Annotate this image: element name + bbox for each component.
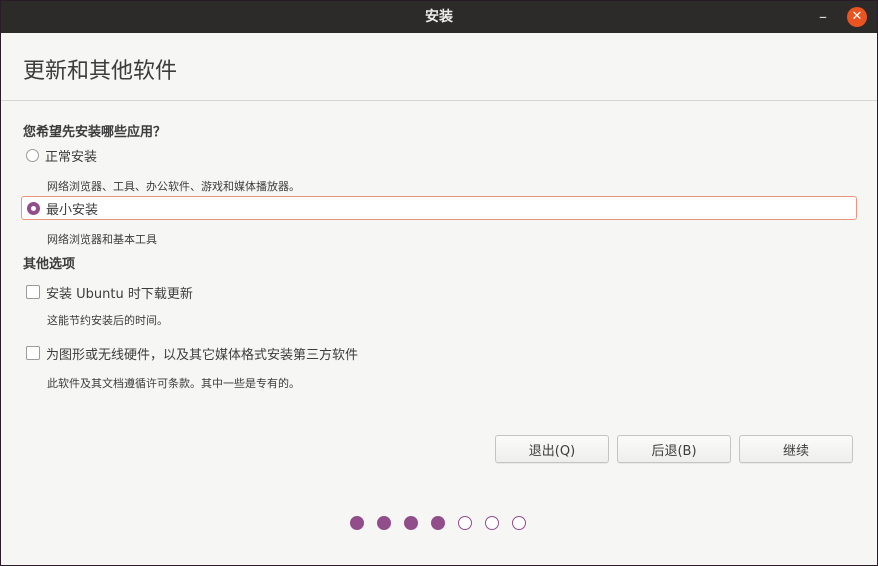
- normal-install-radio[interactable]: [26, 148, 39, 162]
- third-party-option[interactable]: 为图形或无线硬件，以及其它媒体格式安装第三方软件: [21, 341, 358, 365]
- title-bar: 安装 – ✕: [1, 1, 877, 33]
- install-type-question: 您希望先安装哪些应用？: [23, 125, 167, 140]
- minimal-install-radio[interactable]: [27, 201, 40, 215]
- normal-install-description: 网络浏览器、工具、办公软件、游戏和媒体播放器。: [47, 180, 300, 193]
- back-button[interactable]: 后退(B): [617, 435, 731, 463]
- download-updates-description: 这能节约安装后的时间。: [47, 314, 168, 327]
- continue-button[interactable]: 继续: [739, 435, 853, 463]
- main-content: 您希望先安装哪些应用？ 正常安装 网络浏览器、工具、办公软件、游戏和媒体播放器。…: [1, 101, 877, 565]
- progress-dot-pending: [458, 516, 472, 530]
- installer-window: 安装 – ✕ 更新和其他软件 您希望先安装哪些应用？ 正常安装 网络浏览器、工具…: [0, 0, 878, 566]
- download-updates-label: 安装 Ubuntu 时下载更新: [46, 286, 193, 302]
- window-title: 安装: [425, 9, 453, 25]
- step-progress-indicator: [350, 516, 539, 530]
- progress-dot-pending: [485, 516, 499, 530]
- page-header: 更新和其他软件: [1, 33, 877, 101]
- other-options-heading: 其他选项: [23, 257, 76, 272]
- download-updates-option[interactable]: 安装 Ubuntu 时下载更新: [21, 280, 193, 304]
- close-icon[interactable]: ✕: [847, 7, 867, 27]
- progress-dot-complete: [377, 516, 391, 530]
- normal-install-label: 正常安装: [45, 149, 98, 165]
- progress-dot-pending: [512, 516, 526, 530]
- minimal-install-label: 最小安装: [46, 202, 99, 218]
- minimal-install-option[interactable]: 最小安装: [21, 196, 857, 220]
- progress-dot-complete: [350, 516, 364, 530]
- third-party-label: 为图形或无线硬件，以及其它媒体格式安装第三方软件: [46, 347, 359, 363]
- download-updates-checkbox[interactable]: [26, 285, 40, 299]
- progress-dot-complete: [431, 516, 445, 530]
- page-title: 更新和其他软件: [23, 59, 178, 84]
- normal-install-option[interactable]: 正常安装: [21, 143, 97, 167]
- quit-button[interactable]: 退出(Q): [495, 435, 609, 463]
- third-party-description: 此软件及其文档遵循许可条款。其中一些是专有的。: [47, 377, 300, 390]
- progress-dot-complete: [404, 516, 418, 530]
- minimize-icon[interactable]: –: [813, 7, 833, 27]
- minimal-install-description: 网络浏览器和基本工具: [47, 233, 157, 246]
- third-party-checkbox[interactable]: [26, 346, 40, 360]
